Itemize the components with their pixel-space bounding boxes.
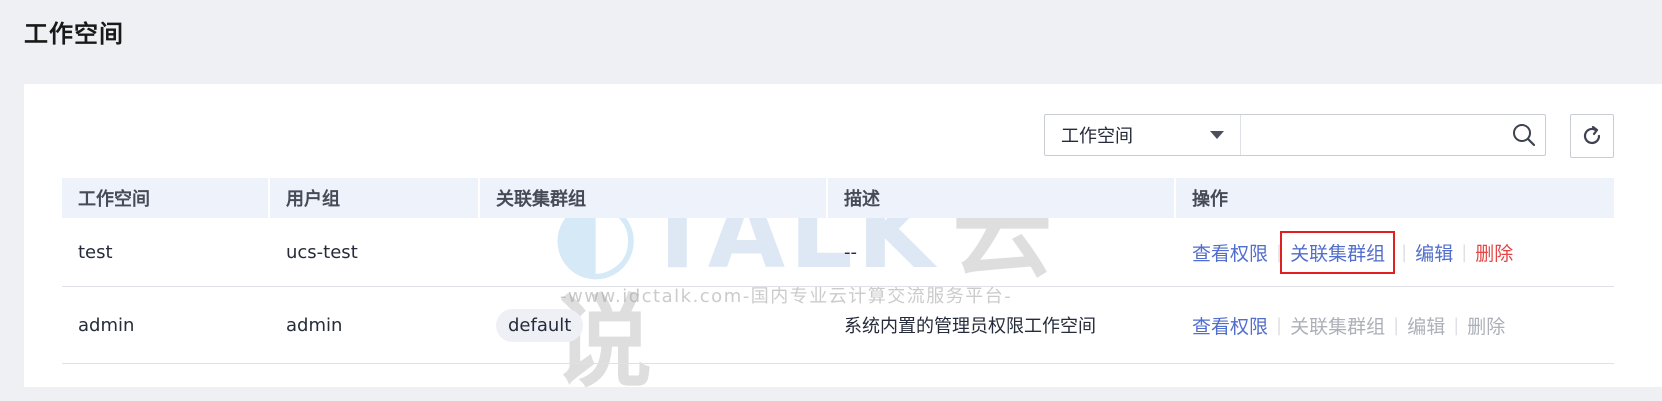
refresh-icon [1583,125,1601,145]
operation-links: 查看权限 | 关联集群组 | 编辑 | 删除 [1192,312,1505,339]
cell-description: -- [844,241,857,263]
page-title: 工作空间 [24,20,124,48]
search-icon[interactable] [1503,115,1545,155]
separator: | [1461,241,1468,263]
cell-user-group: ucs-test [286,241,358,263]
table-header: 工作空间 用户组 关联集群组 描述 操作 [62,178,1614,218]
operation-links: 查看权限 | 关联集群组 | 编辑 | 删除 [1192,230,1513,274]
associate-cluster-group-link: 关联集群组 [1290,315,1386,338]
column-header-description: 描述 [828,178,1176,218]
cell-operations: 查看权限 | 关联集群组 | 编辑 | 删除 [1176,218,1614,286]
separator: | [1393,314,1400,336]
view-permissions-link[interactable]: 查看权限 [1192,312,1268,339]
view-permissions-link[interactable]: 查看权限 [1192,239,1268,266]
workspace-table: 工作空间 用户组 关联集群组 描述 操作 test ucs-test -- 查看… [62,178,1614,364]
associate-cluster-group-link[interactable]: 关联集群组 [1280,230,1396,274]
delete-link: 删除 [1467,315,1506,338]
cell-workspace: test [78,241,113,263]
cell-description: 系统内置的管理员权限工作空间 [844,316,1096,337]
refresh-button[interactable] [1570,114,1614,158]
column-header-cluster-group: 关联集群组 [480,178,828,218]
separator: | [1276,314,1283,336]
search-filter-select[interactable]: 工作空间 [1045,115,1241,155]
search-filter-value: 工作空间 [1061,126,1133,147]
table-row: admin admin default 系统内置的管理员权限工作空间 查看权限 … [62,287,1614,364]
search-input[interactable] [1241,115,1503,155]
table-row: test ucs-test -- 查看权限 | 关联集群组 | 编辑 | 删除 [62,218,1614,287]
content-card: ◐TALK 云说 -www.idctalk.com-国内专业云计算交流服务平台- … [24,84,1662,398]
column-header-workspace: 工作空间 [62,178,270,218]
caret-down-icon [1210,131,1224,139]
column-header-user-group: 用户组 [270,178,480,218]
cluster-group-tag: default [496,308,584,342]
cell-operations: 查看权限 | 关联集群组 | 编辑 | 删除 [1176,287,1614,363]
edit-link: 编辑 [1407,315,1446,338]
edit-link[interactable]: 编辑 [1415,239,1453,266]
cell-workspace: admin [78,314,135,336]
search-group: 工作空间 [1044,114,1546,156]
cell-user-group: admin [286,314,343,336]
separator: | [1401,241,1408,263]
delete-link[interactable]: 删除 [1475,239,1513,266]
column-header-operations: 操作 [1192,189,1228,210]
cell-cluster-group [480,218,828,286]
cell-cluster-group: default [480,287,828,363]
separator: | [1453,314,1460,336]
